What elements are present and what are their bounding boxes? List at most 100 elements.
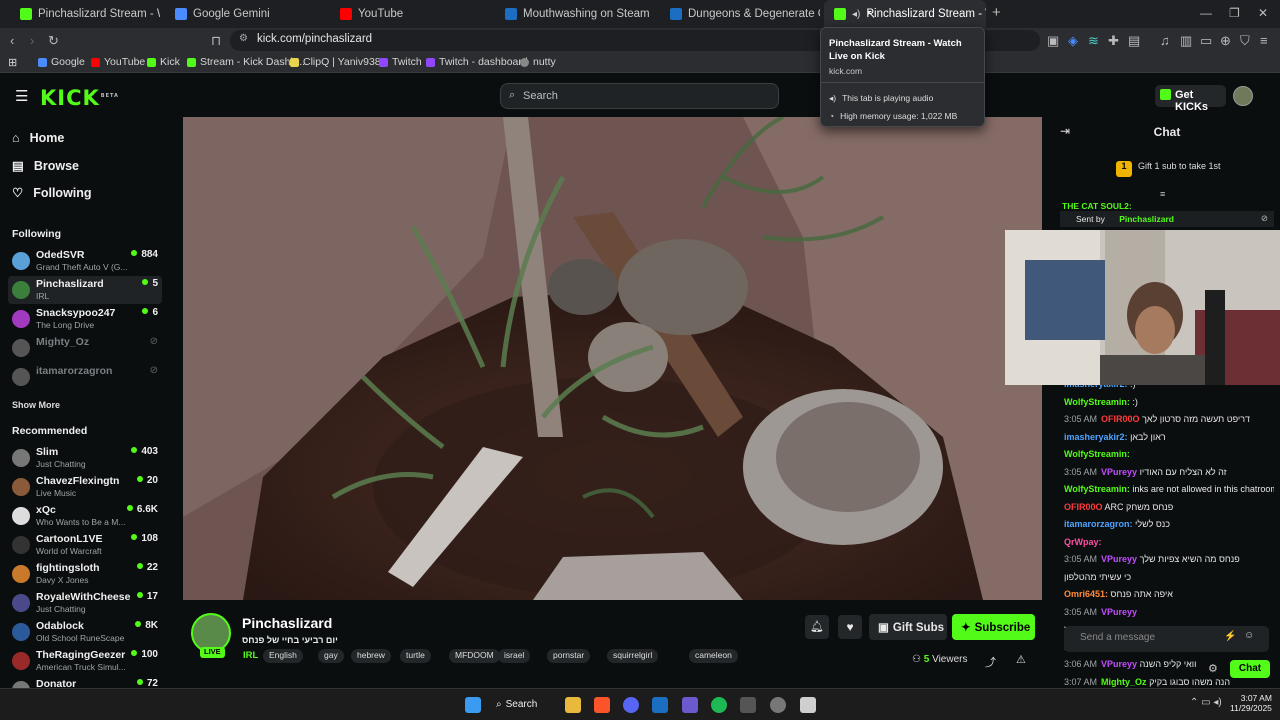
following-channel[interactable]: itamarorzagron ⊘ — [8, 363, 162, 391]
system-tray-icons[interactable]: ⌃ ▭ ◂) — [1190, 697, 1222, 708]
new-tab-button[interactable]: + — [992, 4, 1001, 21]
chat-message[interactable]: 3:05 AM VPureyy פנחס מה השיא צפיות שלך — [1064, 554, 1274, 564]
chat-message[interactable]: imasheryakir2: ראון לבאן — [1064, 432, 1274, 442]
maximize-icon[interactable]: ❐ — [1229, 6, 1240, 20]
following-channel[interactable]: Snacksypoo247 The Long Drive 6 — [8, 305, 162, 333]
browser-tab[interactable]: Mouthwashing on Steam — [495, 0, 655, 28]
chat-username[interactable]: Mighty_Oz — [1101, 677, 1147, 687]
bookmark-nutty[interactable]: nutty — [520, 56, 556, 68]
recommended-channel[interactable]: ChavezFlexingtn Live Music 20 — [8, 473, 162, 501]
bookmark-icon[interactable]: ⊓ — [211, 33, 221, 49]
chat-username[interactable]: QrWpay: — [1064, 537, 1102, 547]
kick-logo[interactable]: KICKBETA — [40, 86, 119, 110]
browser-tab[interactable]: YouTube — [330, 0, 490, 28]
shield-icon[interactable]: ⛉ — [1240, 33, 1250, 49]
hamburger-menu-icon[interactable]: ☰ — [15, 87, 28, 105]
chat-message[interactable]: 3:05 AM VPureyy זה לא הצליח עם האודיו — [1064, 467, 1274, 477]
media-icon[interactable]: ♫ — [1160, 33, 1170, 48]
browser-tab[interactable]: Dungeons & Degenerate Gamblers on — [660, 0, 820, 28]
unpin-icon[interactable]: ⊘ — [1261, 213, 1268, 224]
spotify-icon[interactable] — [711, 697, 727, 713]
nav-home[interactable]: ⌂ Home — [12, 131, 64, 145]
chat-username[interactable]: imasheryakir2: — [1064, 432, 1128, 442]
chat-settings-icon[interactable]: ⚙ — [1208, 662, 1218, 675]
nav-browse[interactable]: ▤ Browse — [12, 158, 79, 174]
chat-username[interactable]: VPureyy — [1101, 467, 1137, 477]
pinned-expand-icon[interactable]: ≡ — [1160, 189, 1165, 199]
chat-username[interactable]: WolfyStreamin: — [1064, 397, 1130, 407]
chat-username[interactable]: VPureyy — [1101, 659, 1137, 669]
chat-username[interactable]: OFIR00O — [1064, 502, 1103, 512]
recommended-channel[interactable]: xQc Who Wants to Be a M... 6.6K — [8, 502, 162, 530]
app-icon[interactable] — [800, 697, 816, 713]
chat-message[interactable]: QrWpay: — [1064, 537, 1274, 547]
bookmark-twitch[interactable]: Twitch — [379, 56, 422, 68]
vpn-icon[interactable]: ⊕ — [1220, 33, 1231, 49]
chat-message[interactable]: OFIR00O ARC פנחס משחק — [1064, 502, 1274, 512]
bookmark-twitch-dashboard[interactable]: Twitch - dashboard — [426, 56, 528, 68]
stream-tag[interactable]: israel — [498, 649, 531, 663]
clock[interactable]: 3:07 AM 11/29/2025 — [1230, 693, 1272, 713]
nav-following[interactable]: ♡ Following — [12, 185, 92, 201]
following-channel[interactable]: Pinchaslizard IRL 5 — [8, 276, 162, 304]
media-app-icon[interactable] — [740, 697, 756, 713]
chat-username[interactable]: VPureyy — [1101, 607, 1137, 617]
chat-message[interactable]: 3:07 AM Mighty_Oz הנה משהו סבוגו בקיק — [1064, 677, 1274, 687]
stream-tag[interactable]: turtle — [400, 649, 431, 663]
close-window-icon[interactable]: ✕ — [1258, 6, 1268, 20]
forward-icon[interactable]: › — [30, 33, 34, 48]
chat-username[interactable]: WolfyStreamin: — [1064, 484, 1130, 494]
file-explorer-icon[interactable] — [565, 697, 581, 713]
back-icon[interactable]: ‹ — [10, 33, 14, 48]
chat-username[interactable]: WolfyStreamin: — [1064, 449, 1130, 459]
recommended-channel[interactable]: TheRagingGeezer American Truck Simul... 10… — [8, 647, 162, 675]
recommended-channel[interactable]: CartoonL1VE World of Warcraft 108 — [8, 531, 162, 559]
bookmark-youtube[interactable]: YouTube — [91, 56, 145, 68]
chat-message[interactable]: WolfyStreamin: :) — [1064, 397, 1274, 407]
wallet-icon[interactable]: ◈ — [1068, 33, 1078, 49]
following-channel[interactable]: Mighty_Oz ⊘ — [8, 334, 162, 362]
obs-icon[interactable] — [770, 697, 786, 713]
user-avatar[interactable] — [1233, 86, 1253, 106]
bookmark-kick[interactable]: Kick — [147, 56, 180, 68]
discord-icon[interactable] — [623, 697, 639, 713]
extensions-icon[interactable]: ✚ — [1108, 33, 1119, 49]
translate-icon[interactable]: ≋ — [1088, 33, 1099, 49]
reading-list-icon[interactable]: ▥ — [1180, 33, 1192, 49]
screenshot-icon[interactable]: ▣ — [1047, 33, 1059, 49]
bookmark-clipq[interactable]: ClipQ | Yaniv938 — [290, 56, 381, 68]
send-chat-button[interactable]: Chat — [1230, 660, 1270, 678]
streamer-name[interactable]: Pinchaslizard — [242, 615, 332, 631]
stream-tag[interactable]: English — [263, 649, 303, 663]
bookmark-google[interactable]: Google — [38, 56, 85, 68]
brave-browser-icon[interactable] — [594, 697, 610, 713]
chat-username[interactable]: Omri6451: — [1064, 589, 1108, 599]
chat-username[interactable]: VPureyy — [1101, 554, 1137, 564]
stream-category[interactable]: IRL — [243, 650, 258, 661]
site-info-icon[interactable]: ⚙ — [239, 33, 248, 44]
app-icon[interactable] — [682, 697, 698, 713]
recommended-channel[interactable]: RoyaleWithCheese Just Chatting 17 — [8, 589, 162, 617]
minimize-icon[interactable]: — — [1200, 6, 1212, 20]
stream-tag[interactable]: pornstar — [547, 649, 591, 663]
stream-tag[interactable]: gay — [318, 649, 344, 663]
chat-username[interactable]: OFIR00O — [1101, 414, 1140, 424]
taskbar-search[interactable]: ⌕ Search — [496, 696, 551, 714]
chat-message[interactable]: Omri6451: איפה אתה פנחס — [1064, 589, 1274, 599]
gift-subs-button[interactable]: ▣ Gift Subs — [869, 614, 947, 640]
wallet2-icon[interactable]: ▭ — [1200, 33, 1212, 49]
browser-tab[interactable]: Pinchaslizard Stream - Watch Live on — [10, 0, 160, 28]
stream-tag[interactable]: hebrew — [351, 649, 391, 663]
notifications-bell-icon[interactable]: 🔔︎ — [805, 615, 829, 639]
chat-message[interactable]: itamarorzagron: כנס לשלי — [1064, 519, 1274, 529]
following-channel[interactable]: OdedSVR Grand Theft Auto V (G... 884 — [8, 247, 162, 275]
chat-message[interactable]: 3:05 AM OFIR00O דריפט תעשה מזה סרטון לאך — [1064, 414, 1274, 424]
menu-icon[interactable]: ≡ — [1260, 33, 1268, 48]
get-kicks-button[interactable]: Get KICKs — [1155, 85, 1226, 113]
subscribe-button[interactable]: ✦ Subscribe — [952, 614, 1035, 640]
show-more-link[interactable]: Show More — [12, 400, 60, 410]
recommended-channel[interactable]: Odablock Old School RuneScape 8K — [8, 618, 162, 646]
browser-tab[interactable]: Google Gemini — [165, 0, 325, 28]
video-player[interactable] — [183, 117, 1042, 600]
kick-emote-icon[interactable]: ⚡ — [1224, 631, 1236, 642]
